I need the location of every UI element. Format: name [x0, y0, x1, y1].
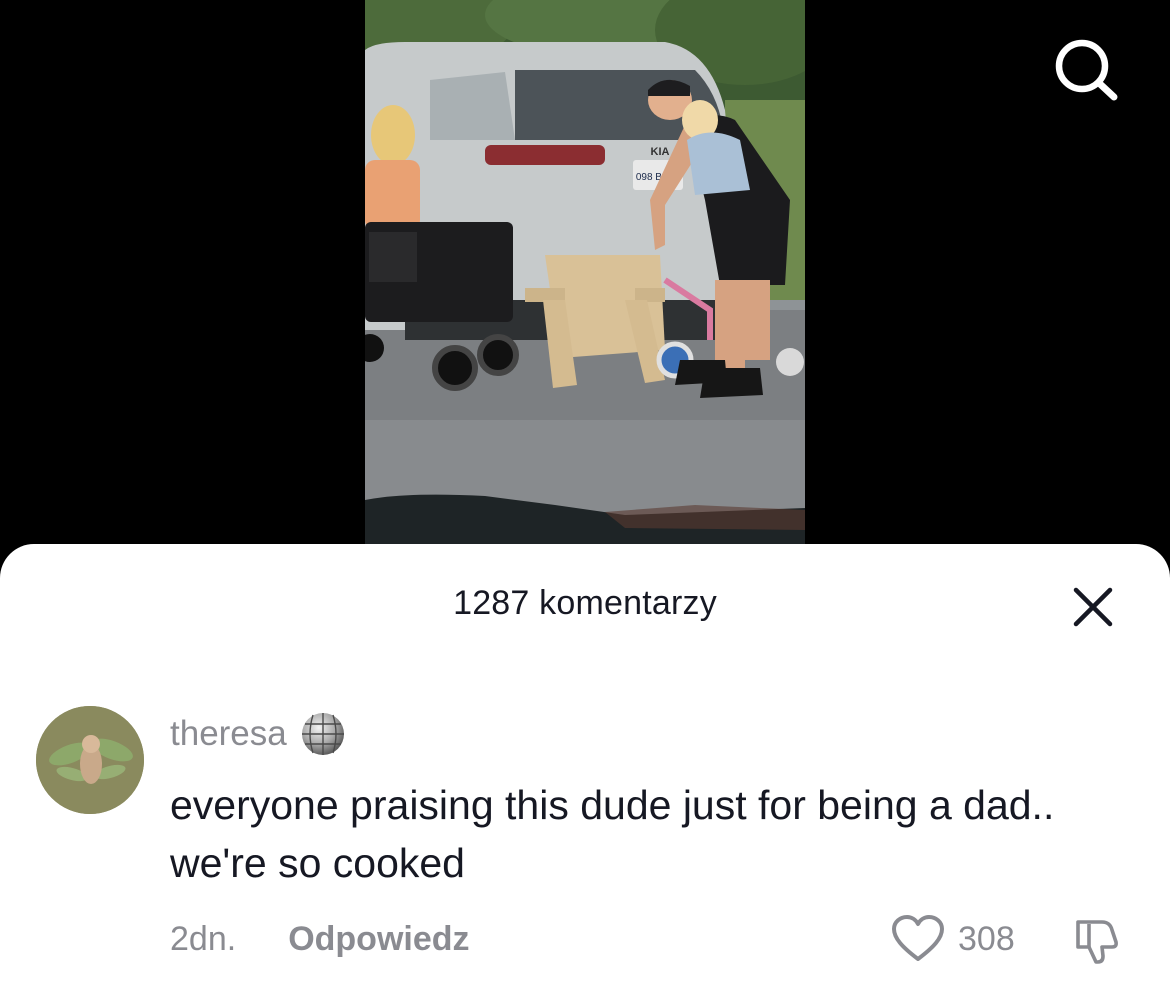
car-brand-text: KIA — [651, 146, 670, 158]
comment-timestamp: 2dn. — [170, 919, 237, 958]
app-root: 098 BLYV KIA 1287 komentarzy theresa eve… — [0, 0, 1170, 986]
reply-button[interactable]: Odpowiedz — [288, 920, 469, 959]
username[interactable]: theresa — [170, 714, 287, 754]
video-frame[interactable]: 098 BLYV KIA — [365, 0, 805, 545]
heart-icon — [892, 915, 944, 961]
search-icon — [1055, 39, 1118, 101]
video-player[interactable]: 098 BLYV KIA — [0, 0, 1170, 560]
disco-ball-icon — [301, 713, 344, 755]
fairy-avatar-image — [36, 706, 144, 814]
avatar[interactable] — [36, 706, 144, 814]
comments-count-title: 1287 komentarzy — [453, 584, 717, 622]
like-button[interactable]: 308 — [890, 912, 1015, 966]
close-button[interactable] — [1066, 580, 1120, 634]
video-thumbnail: 098 BLYV KIA — [365, 0, 805, 545]
dislike-button[interactable] — [1072, 914, 1124, 966]
close-icon — [1073, 587, 1113, 627]
comment-text: everyone praising this dude just for bei… — [170, 782, 1055, 886]
comment-meta: 2dn. Odpowiedz — [170, 914, 470, 964]
thumbs-down-icon — [1076, 920, 1118, 964]
search-button[interactable] — [1048, 34, 1124, 104]
comments-sheet: 1287 komentarzy theresa everyone praisin… — [0, 544, 1170, 986]
like-count: 308 — [958, 919, 1015, 958]
username-row: theresa — [170, 710, 347, 758]
